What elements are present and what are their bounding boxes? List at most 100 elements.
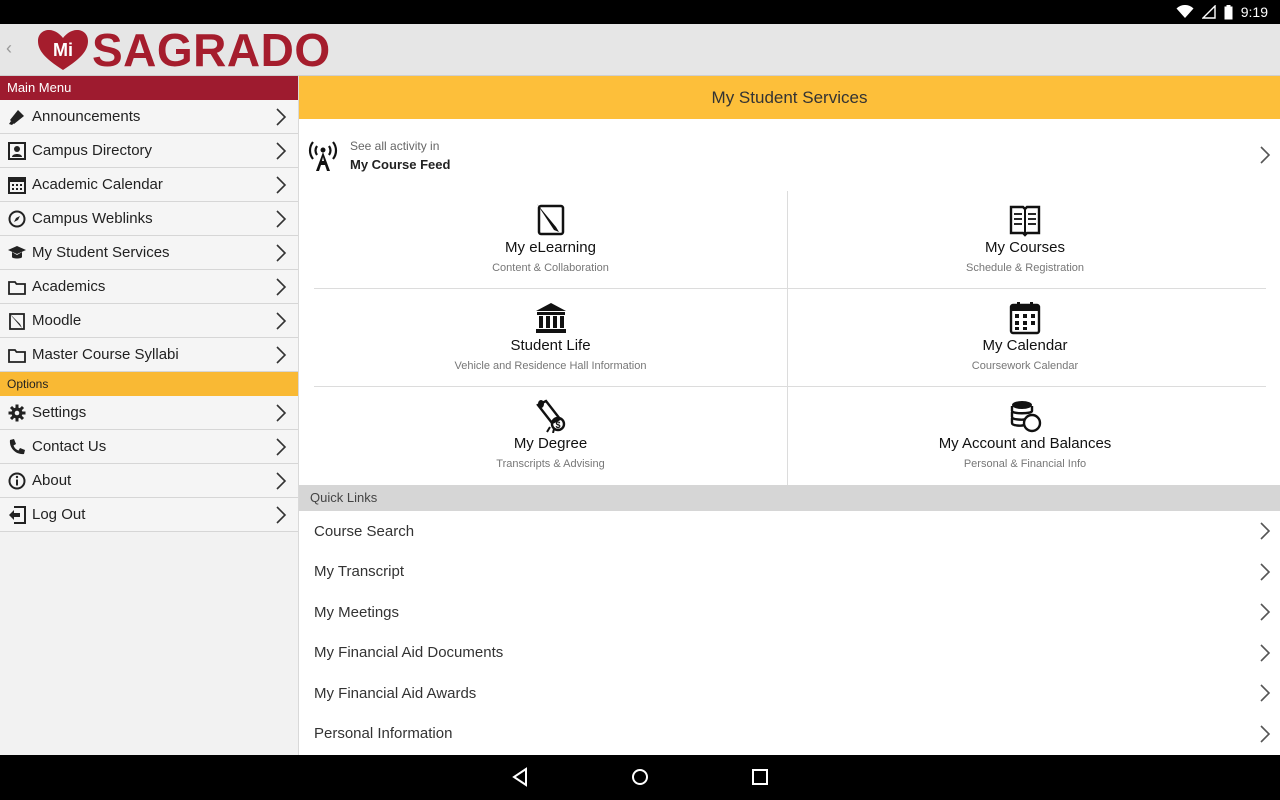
sidebar-item-label: Announcements <box>32 108 141 125</box>
drawer-toggle-icon[interactable]: ‹ <box>2 38 16 59</box>
course-feed-link[interactable]: See all activity in My Course Feed <box>299 119 1280 191</box>
sidebar-item-academic-calendar[interactable]: Academic Calendar <box>0 168 298 202</box>
tile-title: My eLearning <box>505 239 596 256</box>
tile-my-account-and-balances[interactable]: My Account and Balances Personal & Finan… <box>788 387 1262 485</box>
battery-icon <box>1224 4 1233 19</box>
recents-square-icon[interactable] <box>748 765 772 789</box>
sidebar-item-master-course-syllabi[interactable]: Master Course Syllabi <box>0 338 298 372</box>
signal-icon <box>1201 5 1216 19</box>
chevron-right-icon <box>1260 724 1271 743</box>
chevron-right-icon <box>1260 562 1271 581</box>
pencil-paper-icon <box>536 204 564 236</box>
tile-subtitle: Schedule & Registration <box>965 262 1084 274</box>
sidebar-item-label: Settings <box>32 404 87 421</box>
quick-link-label: Course Search <box>314 522 415 540</box>
chevron-right-icon <box>1260 146 1271 164</box>
sidebar-item-label: My Student Services <box>32 244 170 261</box>
quick-link-label: My Meetings <box>314 603 400 621</box>
chevron-right-icon <box>276 142 287 160</box>
chevron-right-icon <box>276 404 287 422</box>
sidebar-item-campus-directory[interactable]: Campus Directory <box>0 134 298 168</box>
sidebar-item-moodle[interactable]: Moodle <box>0 304 298 338</box>
status-icons: 9:19 <box>1176 0 1268 24</box>
sidebar-item-contact-us[interactable]: Contact Us <box>0 430 298 464</box>
sidebar-item-label: Log Out <box>32 506 86 523</box>
chevron-right-icon <box>276 506 287 524</box>
logo-heart-mark: Mi <box>38 30 88 70</box>
tile-my-calendar[interactable]: My Calendar Coursework Calendar <box>788 289 1262 386</box>
system-nav-bar <box>0 755 1280 800</box>
megaphone-icon <box>7 107 27 127</box>
feed-caption: See all activity in <box>350 138 440 153</box>
folder-icon <box>7 277 27 297</box>
sidebar-item-label: Academic Calendar <box>32 176 163 193</box>
sidebar-item-label: Academics <box>32 278 106 295</box>
tile-title: Student Life <box>510 337 591 354</box>
sidebar-item-label: Campus Directory <box>32 142 153 159</box>
chevron-right-icon <box>276 244 287 262</box>
home-circle-icon[interactable] <box>628 765 652 789</box>
tile-subtitle: Transcripts & Advising <box>496 458 605 470</box>
tile-my-courses[interactable]: My Courses Schedule & Registration <box>788 191 1262 288</box>
chevron-right-icon <box>1260 603 1271 621</box>
calendar-grid-icon <box>1009 302 1041 335</box>
quick-link-label: My Financial Aid Awards <box>314 684 477 702</box>
open-book-icon <box>1009 205 1041 237</box>
grid-row: My eLearning Content & Collaboration My … <box>314 191 1266 289</box>
tile-title: My Degree <box>513 435 588 452</box>
chevron-right-icon <box>276 176 287 194</box>
calendar-icon <box>7 175 27 195</box>
sidebar: Main Menu Announcements Campus Directory… <box>0 76 299 755</box>
chevron-right-icon <box>1260 684 1271 702</box>
contact-card-icon <box>7 141 27 161</box>
tile-student-life[interactable]: Student Life Vehicle and Residence Hall … <box>314 289 788 386</box>
chevron-right-icon <box>276 472 287 490</box>
tile-title: My Account and Balances <box>938 435 1112 452</box>
sidebar-item-announcements[interactable]: Announcements <box>0 100 298 134</box>
chevron-right-icon <box>1260 643 1271 662</box>
chevron-right-icon <box>276 312 287 330</box>
quick-link-personal-information[interactable]: Personal Information <box>299 714 1280 755</box>
app-header: ‹ Mi SAGRADO <box>0 24 1280 76</box>
sidebar-item-label: Moodle <box>32 312 82 329</box>
quick-link-my-transcript[interactable]: My Transcript <box>299 552 1280 593</box>
clock: 9:19 <box>1240 4 1268 20</box>
logo-mark-text: Mi <box>53 40 73 60</box>
grid-row: $ My Degree Transcripts & Advising My Ac… <box>314 387 1266 485</box>
info-icon <box>7 471 27 491</box>
tile-subtitle: Vehicle and Residence Hall Information <box>454 360 647 372</box>
tile-my-degree[interactable]: $ My Degree Transcripts & Advising <box>314 387 788 485</box>
sidebar-item-campus-weblinks[interactable]: Campus Weblinks <box>0 202 298 236</box>
tile-subtitle: Coursework Calendar <box>971 360 1079 372</box>
feed-title: My Course Feed <box>350 156 451 172</box>
page-title: My Student Services <box>299 76 1280 119</box>
logout-icon <box>7 505 27 525</box>
sidebar-item-label: Campus Weblinks <box>32 210 153 227</box>
gear-icon <box>7 403 27 423</box>
sidebar-item-academics[interactable]: Academics <box>0 270 298 304</box>
sidebar-item-settings[interactable]: Settings <box>0 396 298 430</box>
sidebar-item-about[interactable]: About <box>0 464 298 498</box>
chevron-right-icon <box>276 108 287 126</box>
quick-link-label: My Transcript <box>314 563 405 581</box>
wifi-icon <box>1176 5 1194 18</box>
chevron-right-icon <box>276 346 287 364</box>
quick-link-financial-aid-documents[interactable]: My Financial Aid Documents <box>299 633 1280 674</box>
back-triangle-icon[interactable] <box>508 765 532 789</box>
building-columns-icon <box>535 303 566 333</box>
quick-link-financial-aid-awards[interactable]: My Financial Aid Awards <box>299 673 1280 714</box>
quick-link-my-meetings[interactable]: My Meetings <box>299 592 1280 633</box>
main-menu-header: Main Menu <box>0 76 298 100</box>
chevron-right-icon <box>276 278 287 296</box>
graduation-cap-icon <box>7 243 27 263</box>
status-bar: 9:19 <box>0 0 1280 24</box>
main-content: My Student Services See all activity in … <box>299 76 1280 755</box>
quick-link-course-search[interactable]: Course Search <box>299 511 1280 552</box>
pencil-note-icon <box>7 311 27 331</box>
sidebar-item-log-out[interactable]: Log Out <box>0 498 298 532</box>
sidebar-item-my-student-services[interactable]: My Student Services <box>0 236 298 270</box>
tile-my-elearning[interactable]: My eLearning Content & Collaboration <box>314 191 788 288</box>
grid-row: Student Life Vehicle and Residence Hall … <box>314 289 1266 387</box>
logo-wordmark: SAGRADO <box>92 24 331 76</box>
coins-icon <box>1010 401 1042 433</box>
